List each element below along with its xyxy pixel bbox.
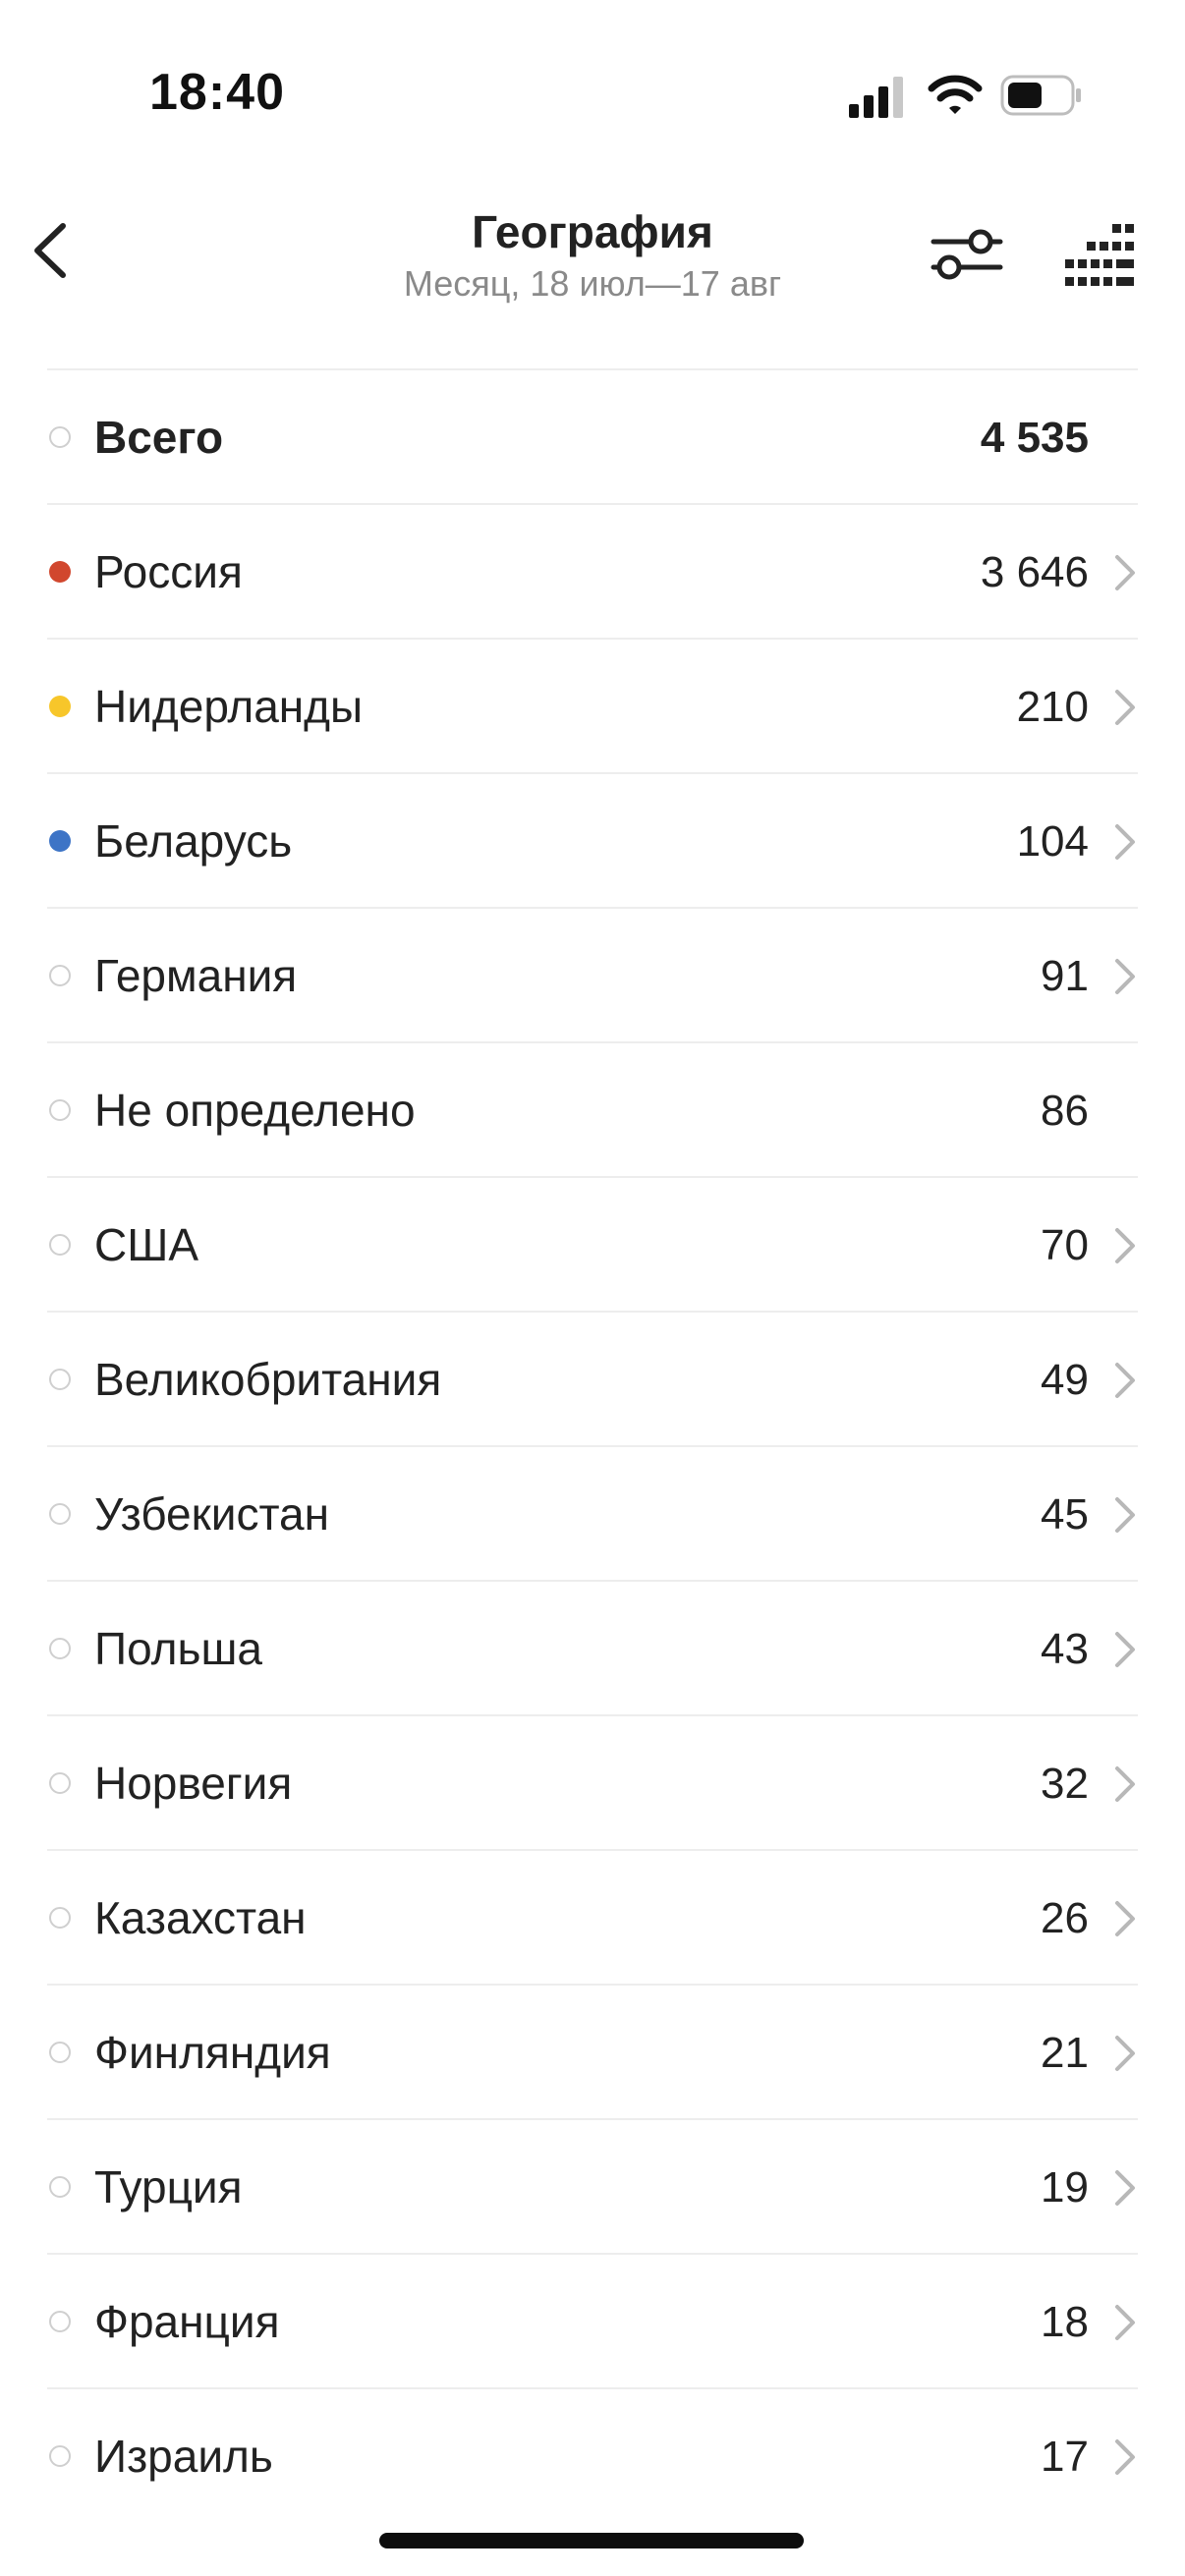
row-label: Не определено: [94, 1085, 416, 1136]
row-value: 18: [1041, 2298, 1089, 2346]
chevron-right-icon: [1115, 2170, 1135, 2206]
screen: 18:40 География Месяц, 18 июл—17 авг Все…: [0, 0, 1185, 2576]
legend-dot-icon: [49, 2311, 71, 2332]
row-value: 17: [1041, 2433, 1089, 2481]
status-time: 18:40: [149, 64, 285, 121]
status-bar: 18:40: [0, 0, 1185, 147]
row-label: Всего: [94, 412, 224, 463]
row-label: Казахстан: [94, 1892, 307, 1943]
grid-dots-icon[interactable]: [1065, 222, 1134, 287]
list-item[interactable]: Казахстан 26: [47, 1849, 1138, 1984]
row-value: 49: [1041, 1356, 1089, 1404]
chevron-right-icon: [1115, 2036, 1135, 2071]
period-subtitle: Месяц, 18 июл—17 авг: [403, 263, 782, 304]
row-label: Беларусь: [94, 815, 293, 867]
chevron-right-icon: [1115, 1632, 1135, 1667]
chevron-right-icon: [1115, 1363, 1135, 1398]
row-value: 3 646: [980, 548, 1089, 596]
legend-dot-icon: [49, 1099, 71, 1121]
row-label: Финляндия: [94, 2027, 331, 2078]
legend-dot-icon: [49, 2445, 71, 2467]
row-value: 45: [1041, 1490, 1089, 1539]
chevron-right-icon: [1115, 2305, 1135, 2340]
row-value: 19: [1041, 2163, 1089, 2212]
row-value: 210: [1016, 683, 1089, 731]
legend-dot-icon: [49, 1369, 71, 1390]
row-value: 4 535: [980, 414, 1089, 462]
wifi-icon: [928, 75, 983, 114]
list-item: Не определено 86: [47, 1041, 1138, 1176]
legend-dot-icon: [49, 2176, 71, 2198]
legend-dot-icon: [49, 696, 71, 717]
list-item[interactable]: Россия 3 646: [47, 503, 1138, 638]
header: География Месяц, 18 июл—17 авг: [0, 177, 1185, 344]
row-value: 70: [1041, 1221, 1089, 1269]
row-label: Норвегия: [94, 1758, 293, 1809]
legend-dot-icon: [49, 1503, 71, 1525]
legend-dot-icon: [49, 426, 71, 448]
list-item[interactable]: Турция 19: [47, 2118, 1138, 2253]
chevron-right-icon: [1115, 1497, 1135, 1533]
legend-dot-icon: [49, 830, 71, 852]
back-arrow-icon[interactable]: [20, 206, 88, 295]
battery-icon: [1000, 75, 1081, 116]
legend-dot-icon: [49, 561, 71, 583]
row-label: Узбекистан: [94, 1488, 329, 1540]
row-value: 86: [1041, 1087, 1089, 1135]
row-label: Израиль: [94, 2431, 273, 2482]
legend-dot-icon: [49, 1907, 71, 1929]
chevron-right-icon: [1115, 959, 1135, 994]
list-item[interactable]: Узбекистан 45: [47, 1445, 1138, 1580]
row-label: Великобритания: [94, 1354, 442, 1405]
row-value: 32: [1041, 1760, 1089, 1808]
legend-dot-icon: [49, 2042, 71, 2063]
chevron-right-icon: [1115, 1901, 1135, 1936]
list-item[interactable]: Нидерланды 210: [47, 638, 1138, 772]
chevron-right-icon: [1115, 2439, 1135, 2475]
row-label: Франция: [94, 2296, 280, 2347]
chevron-right-icon: [1115, 1766, 1135, 1802]
list-item[interactable]: Германия 91: [47, 907, 1138, 1041]
country-list: Всего 4 535 Россия 3 646 Нидерланды 210 Белару…: [47, 368, 1138, 2522]
list-item[interactable]: Беларусь 104: [47, 772, 1138, 907]
row-value: 26: [1041, 1894, 1089, 1942]
header-titles: География Месяц, 18 июл—17 авг: [295, 204, 890, 307]
row-label: Нидерланды: [94, 681, 364, 732]
row-label: Россия: [94, 546, 243, 597]
page-title: География: [472, 206, 713, 257]
row-label: Германия: [94, 950, 298, 1001]
row-label: Польша: [94, 1623, 262, 1674]
list-item[interactable]: Польша 43: [47, 1580, 1138, 1714]
list-item[interactable]: Израиль 17: [47, 2387, 1138, 2522]
total-row: Всего 4 535: [47, 368, 1138, 503]
list-item[interactable]: Финляндия 21: [47, 1984, 1138, 2118]
list-item[interactable]: Великобритания 49: [47, 1311, 1138, 1445]
list-item[interactable]: Норвегия 32: [47, 1714, 1138, 1849]
chevron-right-icon: [1115, 690, 1135, 725]
chevron-right-icon: [1115, 824, 1135, 860]
list-item[interactable]: США 70: [47, 1176, 1138, 1311]
legend-dot-icon: [49, 1772, 71, 1794]
legend-dot-icon: [49, 1638, 71, 1659]
row-value: 43: [1041, 1625, 1089, 1673]
legend-dot-icon: [49, 965, 71, 986]
chevron-right-icon: [1115, 1228, 1135, 1263]
legend-dot-icon: [49, 1234, 71, 1256]
row-value: 91: [1041, 952, 1089, 1000]
chevron-right-icon: [1115, 555, 1135, 590]
signal-icon: [849, 77, 903, 118]
row-value: 21: [1041, 2029, 1089, 2077]
row-label: Турция: [94, 2161, 243, 2212]
row-value: 104: [1016, 817, 1089, 866]
list-item[interactable]: Франция 18: [47, 2253, 1138, 2387]
filter-sliders-icon[interactable]: [930, 216, 1004, 291]
home-indicator[interactable]: [379, 2533, 804, 2548]
row-label: США: [94, 1219, 199, 1270]
